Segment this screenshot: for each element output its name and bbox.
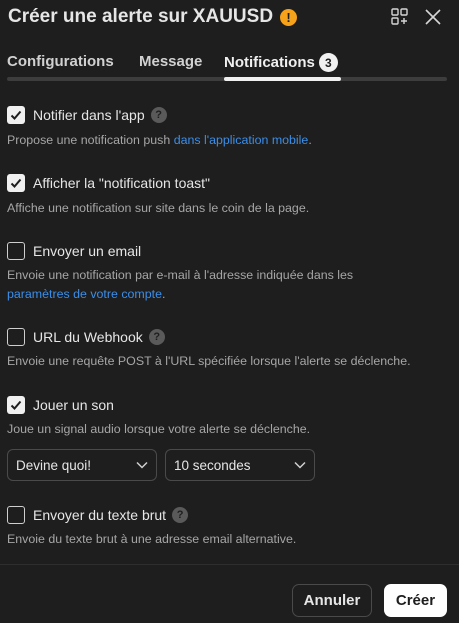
chevron-down-icon xyxy=(294,461,306,469)
desc-text: . xyxy=(308,133,312,147)
dialog-title: Créer une alerte sur XAUUSD xyxy=(8,6,274,27)
option-description: Propose une notification push dans l'app… xyxy=(7,131,312,150)
add-widget-icon[interactable] xyxy=(388,5,412,29)
option-description: Envoie une requête POST à l'URL spécifié… xyxy=(7,354,411,368)
account-settings-link[interactable]: paramètres de votre compte xyxy=(7,287,162,301)
cancel-button[interactable]: Annuler xyxy=(292,584,372,617)
checkbox-email[interactable] xyxy=(7,242,25,260)
tab-label: Message xyxy=(139,53,203,70)
footer-divider xyxy=(0,564,459,565)
option-label: Notifier dans l'app xyxy=(33,107,145,123)
sound-duration-select[interactable]: 10 secondes xyxy=(165,449,315,481)
option-notify-app: Notifier dans l'app ? xyxy=(7,106,167,124)
option-plain-text: Envoyer du texte brut ? xyxy=(7,506,189,524)
select-value: Devine quoi! xyxy=(16,457,92,473)
option-description: Envoie du texte brut à une adresse email… xyxy=(7,532,297,546)
desc-text: Propose une notification push xyxy=(7,133,174,147)
sound-tone-select[interactable]: Devine quoi! xyxy=(7,449,157,481)
dialog-header: Créer une alerte sur XAUUSD ! xyxy=(0,0,459,36)
option-description: Affiche une notification sur site dans l… xyxy=(7,201,310,215)
option-description: Envoie une notification par e-mail à l'a… xyxy=(7,266,353,304)
chevron-down-icon xyxy=(136,461,148,469)
tab-configurations[interactable]: Configurations xyxy=(7,53,114,70)
option-email: Envoyer un email xyxy=(7,242,141,260)
tab-label: Notifications xyxy=(224,54,315,71)
checkbox-sound[interactable] xyxy=(7,396,25,414)
tab-message[interactable]: Message xyxy=(139,53,202,70)
mobile-app-link[interactable]: dans l'application mobile xyxy=(174,133,309,147)
check-icon xyxy=(10,110,22,120)
checkbox-webhook[interactable] xyxy=(7,328,25,346)
checkbox-plain-text[interactable] xyxy=(7,506,25,524)
help-icon[interactable]: ? xyxy=(150,107,167,123)
help-icon[interactable]: ? xyxy=(148,329,165,345)
option-label: Afficher la "notification toast" xyxy=(33,175,210,191)
option-label: Envoyer un email xyxy=(33,243,142,259)
option-webhook: URL du Webhook ? xyxy=(7,328,165,346)
checkbox-toast[interactable] xyxy=(7,174,25,192)
select-value: 10 secondes xyxy=(174,457,251,473)
create-button[interactable]: Créer xyxy=(384,584,447,617)
desc-text: . xyxy=(161,287,166,301)
check-icon xyxy=(10,178,22,188)
warning-icon[interactable]: ! xyxy=(280,8,298,26)
close-icon[interactable] xyxy=(421,5,445,29)
option-sound: Jouer un son xyxy=(7,396,114,414)
option-label: Jouer un son xyxy=(33,397,114,413)
help-icon[interactable]: ? xyxy=(172,507,189,523)
check-icon xyxy=(10,400,22,410)
option-label: URL du Webhook xyxy=(33,329,143,345)
desc-text: Envoie une notification par e-mail à l'a… xyxy=(7,268,354,282)
active-tab-indicator xyxy=(224,77,341,81)
option-label: Envoyer du texte brut xyxy=(33,507,167,523)
tab-count-badge: 3 xyxy=(318,53,338,72)
checkbox-notify-app[interactable] xyxy=(7,106,25,124)
option-description: Joue un signal audio lorsque votre alert… xyxy=(7,422,311,436)
dialog-title-row: Créer une alerte sur XAUUSD ! xyxy=(8,6,298,28)
option-toast: Afficher la "notification toast" xyxy=(7,174,210,192)
tab-notifications[interactable]: Notifications 3 xyxy=(224,53,338,72)
tab-label: Configurations xyxy=(7,53,114,70)
